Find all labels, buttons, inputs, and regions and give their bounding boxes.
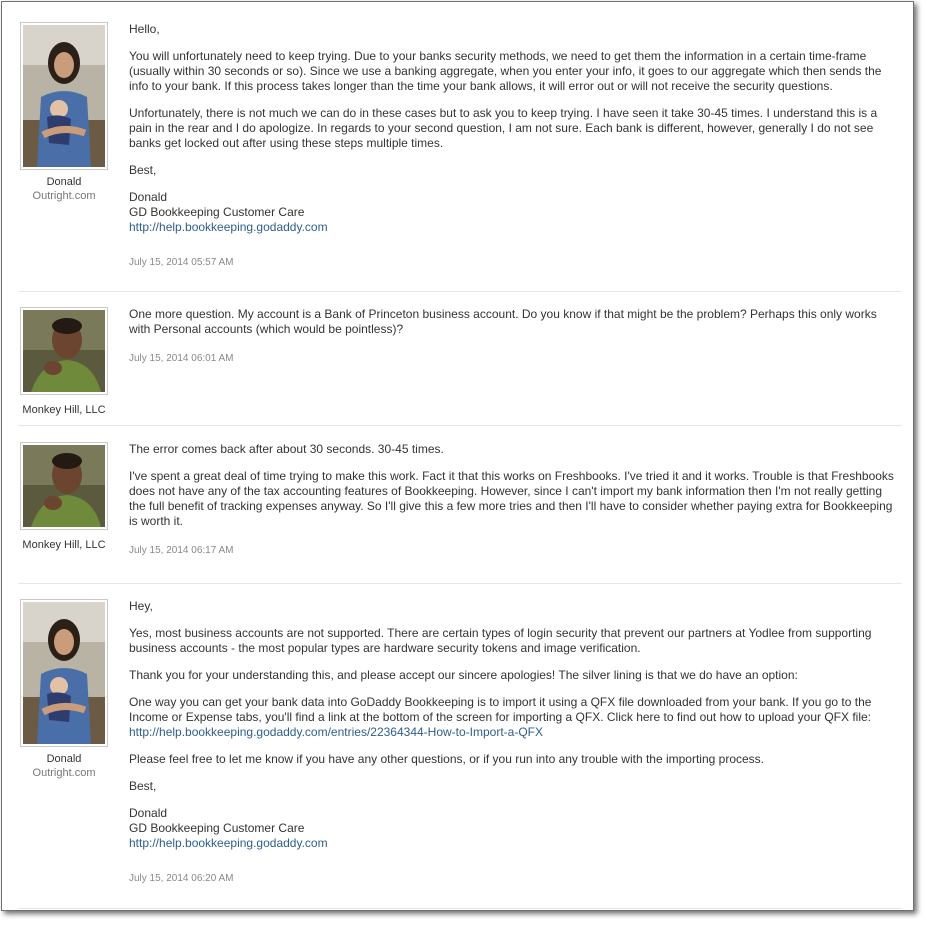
message-timestamp: July 15, 2014 05:57 AM xyxy=(129,257,234,268)
signature-title: GD Bookkeeping Customer Care xyxy=(129,205,305,219)
qfx-help-link[interactable]: http://help.bookkeeping.godaddy.com/entr… xyxy=(129,725,543,739)
message-entry: Monkey Hill, LLC One more question. My a… xyxy=(18,307,902,426)
avatar[interactable] xyxy=(20,307,108,395)
message-paragraph: You will unfortunately need to keep tryi… xyxy=(129,49,882,93)
signature-link[interactable]: http://help.bookkeeping.godaddy.com xyxy=(129,220,328,234)
avatar-man-portrait-icon xyxy=(23,310,105,392)
message-paragraph: Thank you for your understanding this, a… xyxy=(129,668,798,682)
avatar-man-portrait-icon xyxy=(23,445,105,527)
message-entry: Donald Outright.com Hey, Yes, most busin… xyxy=(18,599,902,909)
message-greeting: Hey, xyxy=(129,599,153,613)
author-name: Donald xyxy=(46,176,82,188)
signature-name: Donald xyxy=(129,190,168,204)
author-block: Monkey Hill, LLC xyxy=(18,307,110,417)
signature-link[interactable]: http://help.bookkeeping.godaddy.com xyxy=(129,836,328,850)
avatar-man-with-baby-icon xyxy=(23,602,105,744)
message-entry: Donald Outright.com Hello, You will unfo… xyxy=(18,22,902,292)
signature-name: Donald xyxy=(129,806,168,820)
avatar[interactable] xyxy=(20,442,108,530)
message-paragraph-text: One way you can get your bank data into … xyxy=(129,695,872,724)
message-paragraph: One more question. My account is a Bank … xyxy=(129,307,877,336)
author-name: Monkey Hill, LLC xyxy=(22,404,106,416)
message-closing: Best, xyxy=(129,779,157,793)
avatar[interactable] xyxy=(20,599,108,747)
message-paragraph: Please feel free to let me know if you h… xyxy=(129,752,765,766)
message-body: Hello, You will unfortunately need to ke… xyxy=(129,22,899,270)
message-paragraph: The error comes back after about 30 seco… xyxy=(129,442,444,456)
message-paragraph: Unfortunately, there is not much we can … xyxy=(129,106,878,150)
message-paragraph: I've spent a great deal of time trying t… xyxy=(129,469,894,528)
author-org: Outright.com xyxy=(32,190,96,202)
avatar-man-with-baby-icon xyxy=(23,25,105,167)
conversation-thread: Donald Outright.com Hello, You will unfo… xyxy=(1,1,914,911)
author-name: Donald xyxy=(46,753,82,765)
message-timestamp: July 15, 2014 06:17 AM xyxy=(129,545,234,556)
message-greeting: Hello, xyxy=(129,22,160,36)
author-name: Monkey Hill, LLC xyxy=(22,539,106,551)
message-entry: Monkey Hill, LLC The error comes back af… xyxy=(18,442,902,584)
message-timestamp: July 15, 2014 06:01 AM xyxy=(129,353,234,364)
message-closing: Best, xyxy=(129,163,157,177)
avatar[interactable] xyxy=(20,22,108,170)
message-paragraph: Yes, most business accounts are not supp… xyxy=(129,626,872,655)
author-org: Outright.com xyxy=(32,767,96,779)
message-timestamp: July 15, 2014 06:20 AM xyxy=(129,873,234,884)
message-body: The error comes back after about 30 seco… xyxy=(129,442,899,558)
message-paragraph: One way you can get your bank data into … xyxy=(129,695,899,740)
signature-title: GD Bookkeeping Customer Care xyxy=(129,821,305,835)
message-body: One more question. My account is a Bank … xyxy=(129,307,899,366)
author-block: Donald Outright.com xyxy=(18,599,110,780)
author-block: Donald Outright.com xyxy=(18,22,110,203)
message-body: Hey, Yes, most business accounts are not… xyxy=(129,599,899,886)
author-block: Monkey Hill, LLC xyxy=(18,442,110,552)
